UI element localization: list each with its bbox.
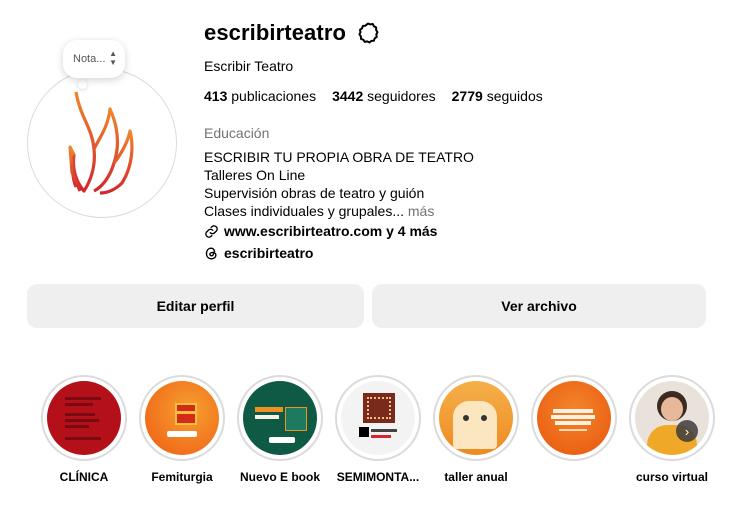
highlight-ring (433, 375, 519, 461)
view-archive-button[interactable]: Ver archivo (372, 284, 706, 328)
highlight-ring (629, 375, 715, 461)
bio-line-text: Clases individuales y grupales... (204, 203, 404, 219)
followers-count: 3442 (332, 88, 364, 104)
posts-stat: 413 publicaciones (204, 88, 316, 104)
posts-count: 413 (204, 88, 228, 104)
note-placeholder: Nota... (73, 53, 106, 65)
gear-icon[interactable] (356, 21, 380, 45)
bio-line: Clases individuales y grupales... más (204, 202, 474, 220)
highlight-ring (139, 375, 225, 461)
highlight-label: CLÍNICA (59, 470, 109, 484)
username-row: escribirteatro (204, 20, 380, 46)
note-scroll-icon: ▲ ▼ (109, 49, 117, 67)
following-stat[interactable]: 2779 seguidos (452, 88, 543, 104)
highlight-label: Nuevo E book (239, 470, 320, 484)
external-link[interactable]: www.escribirteatro.com y 4 más (204, 223, 437, 239)
bio-line: Supervisión obras de teatro y guión (204, 185, 425, 201)
highlight-item[interactable]: Femiturgia (138, 375, 226, 484)
highlight-ring (531, 375, 617, 461)
highlight-label: Femiturgia (151, 470, 213, 484)
note-bubble-tail (78, 80, 87, 89)
threads-handle: escribirteatro (224, 245, 314, 261)
escribirteatro-logo (68, 91, 134, 195)
followers-label: seguidores (367, 88, 436, 104)
bio-line: Talleres On Line (204, 167, 306, 183)
followers-stat[interactable]: 3442 seguidores (332, 88, 436, 104)
highlight-thumbnail (341, 381, 415, 455)
profile-stats: 413 publicaciones 3442 seguidores 2779 s… (204, 88, 543, 104)
profile-avatar[interactable] (27, 68, 177, 218)
highlight-ring (237, 375, 323, 461)
chevron-right-icon[interactable]: › (676, 420, 698, 442)
highlight-ring (41, 375, 127, 461)
edit-profile-button[interactable]: Editar perfil (27, 284, 364, 328)
highlight-item[interactable]: SEMIMONTA... (334, 375, 422, 484)
bio-more-link[interactable]: más (404, 203, 434, 219)
posts-label: publicaciones (231, 88, 317, 104)
following-label: seguidos (486, 88, 543, 104)
highlight-thumbnail (537, 381, 611, 455)
threads-link[interactable]: escribirteatro (204, 245, 313, 261)
highlight-thumbnail (145, 381, 219, 455)
highlight-label: curso virtual (635, 470, 709, 484)
highlight-thumbnail (47, 381, 121, 455)
highlight-thumbnail (243, 381, 317, 455)
highlight-label: taller anual (444, 470, 508, 484)
username: escribirteatro (204, 20, 347, 45)
highlight-label: SEMIMONTA... (336, 470, 420, 484)
highlight-thumbnail (635, 381, 709, 455)
highlight-item[interactable]: CLÍNICA (40, 375, 128, 484)
highlight-item[interactable]: curso virtual (628, 375, 716, 484)
external-link-text: www.escribirteatro.com y 4 más (224, 223, 438, 239)
highlight-ring (335, 375, 421, 461)
highlight-item[interactable]: taller anual (432, 375, 520, 484)
bio-line: ESCRIBIR TU PROPIA OBRA DE TEATRO (204, 149, 474, 165)
highlight-item[interactable] (530, 375, 618, 470)
threads-icon (205, 246, 217, 260)
full-name: Escribir Teatro (204, 58, 294, 74)
note-bubble[interactable]: Nota... ▲ ▼ (63, 40, 125, 78)
link-icon (205, 224, 218, 238)
highlight-item[interactable]: Nuevo E book (236, 375, 324, 484)
following-count: 2779 (451, 88, 483, 104)
profile-category: Educación (204, 125, 270, 141)
highlight-thumbnail (439, 381, 513, 455)
profile-bio: ESCRIBIR TU PROPIA OBRA DE TEATRO Taller… (204, 148, 474, 220)
